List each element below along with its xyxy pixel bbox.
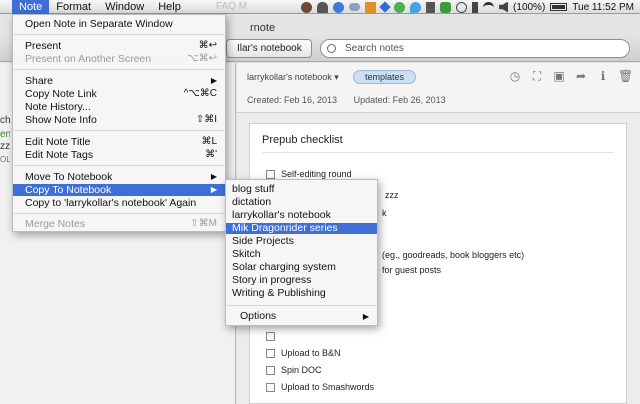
note-menu: Open Note in Separate Window Present ⌘↩ P… bbox=[12, 14, 226, 232]
box-icon[interactable] bbox=[365, 1, 377, 13]
submenu-item-options[interactable]: Options ▶ bbox=[226, 311, 377, 322]
submenu-item-dictation[interactable]: dictation bbox=[226, 197, 377, 208]
menu-separator bbox=[227, 305, 376, 306]
submenu-arrow-icon: ▶ bbox=[362, 312, 369, 321]
menu-item-present[interactable]: Present ⌘↩ bbox=[13, 40, 225, 52]
share-icon[interactable]: ➦ bbox=[574, 69, 588, 83]
submenu-item-writing-publishing[interactable]: Writing & Publishing bbox=[226, 288, 377, 299]
submenu-arrow-icon: ▶ bbox=[210, 76, 217, 85]
menu-bar: Note Format Window Help FAQ M (100%) Tue… bbox=[0, 0, 640, 14]
bluetooth-icon[interactable] bbox=[472, 1, 479, 13]
window-title: rnote bbox=[250, 22, 276, 34]
checkbox[interactable] bbox=[266, 365, 275, 375]
screenshot-icon[interactable]: ▣ bbox=[552, 69, 566, 83]
drive-icon[interactable] bbox=[394, 1, 406, 13]
menu-item-open-separate[interactable]: Open Note in Separate Window bbox=[13, 18, 225, 30]
copy-to-notebook-submenu: blog stuff dictation larrykollar's noteb… bbox=[225, 179, 378, 326]
menu-item-merge-notes: Merge Notes ⇧⌘M bbox=[25, 218, 217, 230]
present-icon[interactable]: ⛶ bbox=[530, 69, 544, 83]
sync-icon[interactable] bbox=[333, 1, 345, 13]
menu-separator bbox=[14, 165, 224, 166]
created-date: Created: Feb 16, 2013 bbox=[247, 95, 338, 105]
sound-icon[interactable] bbox=[426, 1, 436, 13]
note-list-fragment: zz bbox=[0, 141, 10, 152]
dropbox-icon[interactable] bbox=[379, 1, 391, 13]
menu-help[interactable]: Help bbox=[151, 0, 188, 14]
checkbox[interactable] bbox=[266, 169, 275, 179]
volume-icon[interactable] bbox=[499, 1, 509, 13]
menu-item-copy-to-notebook[interactable]: Copy To Notebook ▶ bbox=[13, 184, 225, 196]
checkbox[interactable] bbox=[266, 382, 275, 392]
battery-percent: (100%) bbox=[513, 1, 546, 13]
checklist-item-fragment: (eg., goodreads, book bloggers etc) bbox=[382, 250, 525, 260]
notebook-select[interactable]: Ilar's notebook bbox=[226, 39, 312, 58]
menu-separator bbox=[14, 130, 224, 131]
submenu-item-side-projects[interactable]: Side Projects bbox=[226, 236, 377, 247]
menu-separator bbox=[14, 34, 224, 35]
trash-icon[interactable]: 🗑 bbox=[618, 69, 633, 83]
checkbox-only[interactable] bbox=[266, 332, 275, 341]
menu-item-share[interactable]: Share ▶ bbox=[13, 75, 225, 87]
evernote-icon[interactable] bbox=[440, 1, 452, 13]
clock[interactable]: Tue 11:52 PM bbox=[572, 2, 634, 13]
submenu-arrow-icon: ▶ bbox=[210, 185, 217, 194]
checklist-item[interactable]: Upload to Smashwords bbox=[266, 382, 374, 392]
menu-item-move-to-notebook[interactable]: Move To Notebook ▶ bbox=[13, 171, 225, 183]
submenu-item-blog-stuff[interactable]: blog stuff bbox=[226, 184, 377, 195]
note-dates: Created: Feb 16, 2013 Updated: Feb 26, 2… bbox=[247, 95, 460, 105]
search-input[interactable]: Search notes bbox=[320, 39, 630, 58]
submenu-item-larrykollars-notebook[interactable]: larrykollar's notebook bbox=[226, 210, 377, 221]
apple-menu-icon[interactable] bbox=[0, 0, 12, 14]
updated-date: Updated: Feb 26, 2013 bbox=[353, 95, 446, 105]
menu-note[interactable]: Note bbox=[12, 0, 50, 14]
cloud-icon[interactable] bbox=[349, 3, 361, 11]
note-list-fragment: en bbox=[0, 129, 10, 140]
menu-format[interactable]: Format bbox=[49, 0, 98, 14]
menu-item-edit-note-title[interactable]: Edit Note Title ⌘L bbox=[13, 136, 225, 148]
checkbox[interactable] bbox=[266, 332, 275, 341]
note-list-fragment: OLL bbox=[0, 155, 10, 164]
note-actions: ◷ ⛶ ▣ ➦ ℹ 🗑 bbox=[508, 69, 633, 83]
submenu-item-story-in-progress[interactable]: Story in progress bbox=[226, 275, 377, 286]
search-icon bbox=[327, 44, 336, 53]
checklist-item-fragment: zzz bbox=[385, 190, 399, 200]
time-machine-icon[interactable] bbox=[456, 1, 468, 13]
avatar-icon[interactable] bbox=[301, 1, 313, 13]
ghost-icon[interactable] bbox=[317, 1, 329, 13]
checklist-item-fragment: for guest posts bbox=[382, 265, 442, 275]
checklist-item[interactable]: Spin DOC bbox=[266, 365, 322, 375]
menu-item-present-another: Present on Another Screen ⌥⌘↩ bbox=[25, 53, 217, 65]
submenu-item-solar-charging[interactable]: Solar charging system bbox=[226, 262, 377, 273]
info-icon[interactable]: ℹ bbox=[596, 69, 610, 83]
checklist-item[interactable]: Upload to B&N bbox=[266, 348, 341, 358]
menu-item-copy-again[interactable]: Copy to 'larrykollar's notebook' Again bbox=[13, 197, 225, 209]
menu-separator bbox=[14, 69, 224, 70]
checklist-item[interactable]: Self-editing round bbox=[266, 169, 352, 179]
battery-icon[interactable] bbox=[550, 3, 568, 11]
tag-chip[interactable]: templates bbox=[353, 70, 417, 84]
checkbox[interactable] bbox=[266, 348, 275, 358]
checklist-item-fragment: k bbox=[382, 208, 387, 218]
menu-item-show-note-info[interactable]: Show Note Info ⇧⌘I bbox=[13, 114, 225, 126]
note-title[interactable]: Prepub checklist bbox=[262, 134, 343, 146]
submenu-item-skitch[interactable]: Skitch bbox=[226, 249, 377, 260]
twitter-icon[interactable] bbox=[410, 1, 422, 13]
reminder-icon[interactable]: ◷ bbox=[508, 69, 522, 83]
divider bbox=[262, 152, 614, 153]
wifi-icon[interactable] bbox=[483, 1, 495, 13]
submenu-arrow-icon: ▶ bbox=[210, 172, 217, 181]
menu-item-note-history[interactable]: Note History... bbox=[13, 101, 225, 113]
menu-separator bbox=[14, 213, 224, 214]
menu-window[interactable]: Window bbox=[98, 0, 151, 14]
note-list-fragment: ch bbox=[0, 115, 10, 126]
menu-bar-items: Note Format Window Help bbox=[0, 0, 188, 14]
menu-item-copy-note-link[interactable]: Copy Note Link ^⌥⌘C bbox=[13, 88, 225, 100]
status-tray: (100%) Tue 11:52 PM bbox=[301, 0, 634, 14]
note-header: larrykollar's notebook ▾ templates Creat… bbox=[237, 63, 640, 113]
submenu-item-mik-dragonrider[interactable]: Mik Dragonrider series bbox=[226, 223, 377, 234]
note-notebook-label[interactable]: larrykollar's notebook ▾ bbox=[247, 72, 339, 83]
menu-item-edit-note-tags[interactable]: Edit Note Tags ⌘' bbox=[13, 149, 225, 161]
